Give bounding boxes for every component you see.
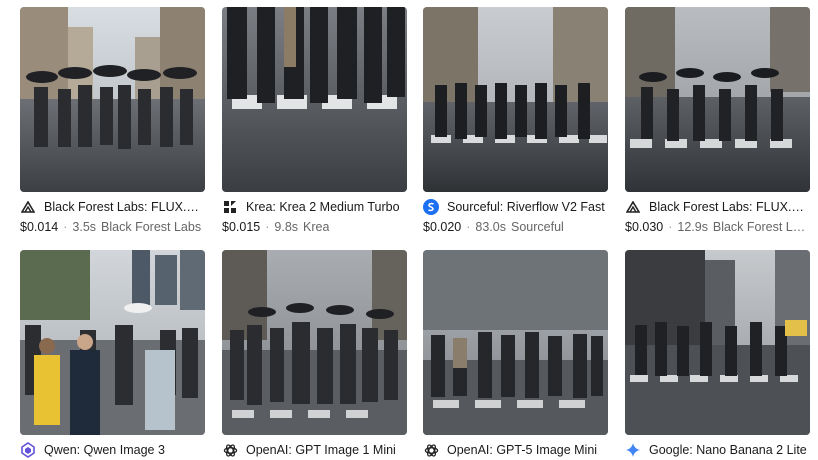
price: $0.015 <box>222 220 261 234</box>
price: $0.014 <box>20 220 59 234</box>
model-card[interactable]: Krea: Krea 2 Medium Turbo $0.015 · 9.8s … <box>222 7 407 236</box>
generated-image-thumbnail[interactable] <box>20 7 205 192</box>
bfl-logo-icon <box>625 199 641 215</box>
generated-image-thumbnail[interactable] <box>222 250 407 435</box>
model-title[interactable]: Google: Nano Banana 2 Lite <box>649 443 807 457</box>
krea-logo-icon <box>222 199 238 215</box>
price: $0.020 <box>423 220 462 234</box>
model-card[interactable]: Black Forest Labs: FLUX.2 Flex $0.030 · … <box>625 7 810 236</box>
separator: · <box>63 220 68 234</box>
model-title[interactable]: OpenAI: GPT-5 Image Mini <box>447 443 597 457</box>
separator: · <box>466 220 471 234</box>
generation-time: 83.0s <box>475 220 506 234</box>
model-title[interactable]: Black Forest Labs: FLUX.2 Flex <box>649 200 810 214</box>
model-card[interactable]: OpenAI: GPT-5 Image Mini <box>423 250 608 460</box>
model-title[interactable]: Krea: Krea 2 Medium Turbo <box>246 200 400 214</box>
separator: · <box>668 220 673 234</box>
generated-image-thumbnail[interactable] <box>222 7 407 192</box>
generated-image-thumbnail[interactable] <box>625 250 810 435</box>
generated-image-thumbnail[interactable] <box>423 7 608 192</box>
generated-image-thumbnail[interactable] <box>20 250 205 435</box>
price: $0.030 <box>625 220 664 234</box>
model-title[interactable]: Qwen: Qwen Image 3 <box>44 443 165 457</box>
google-gemini-logo-icon <box>625 442 641 458</box>
model-card[interactable]: Sourceful: Riverflow V2 Fast $0.020 · 83… <box>423 7 608 236</box>
model-card[interactable]: OpenAI: GPT Image 1 Mini <box>222 250 407 460</box>
separator: · <box>265 220 270 234</box>
qwen-logo-icon <box>20 442 36 458</box>
provider-name: Black Forest Labs <box>101 220 202 234</box>
provider-name: Krea <box>303 220 330 234</box>
model-card[interactable]: Qwen: Qwen Image 3 <box>20 250 205 460</box>
generation-time: 3.5s <box>72 220 97 234</box>
generation-time: 9.8s <box>274 220 299 234</box>
bfl-logo-icon <box>20 199 36 215</box>
provider-name: Sourceful <box>511 220 564 234</box>
model-card[interactable]: Black Forest Labs: FLUX.2 Pro $0.014 · 3… <box>20 7 205 236</box>
generated-image-thumbnail[interactable] <box>625 7 810 192</box>
sourceful-logo-icon <box>423 199 439 215</box>
model-title[interactable]: OpenAI: GPT Image 1 Mini <box>246 443 396 457</box>
generated-image-thumbnail[interactable] <box>423 250 608 435</box>
openai-logo-icon <box>423 442 439 458</box>
provider-name: Black Forest Labs <box>712 220 810 234</box>
generation-time: 12.9s <box>677 220 708 234</box>
model-card[interactable]: Google: Nano Banana 2 Lite <box>625 250 810 460</box>
openai-logo-icon <box>222 442 238 458</box>
model-title[interactable]: Black Forest Labs: FLUX.2 Pro <box>44 200 205 214</box>
model-title[interactable]: Sourceful: Riverflow V2 Fast <box>447 200 605 214</box>
